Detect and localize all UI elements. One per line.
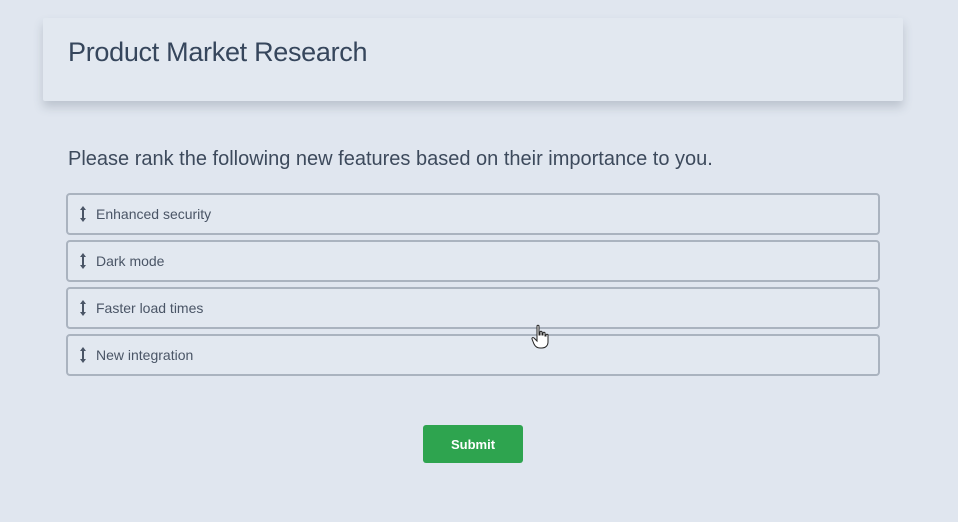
header-card: Product Market Research bbox=[43, 18, 903, 101]
rank-item-new-integration[interactable]: New integration bbox=[66, 334, 880, 376]
rank-item-dark-mode[interactable]: Dark mode bbox=[66, 240, 880, 282]
hand-pointer-cursor-icon bbox=[531, 324, 549, 349]
submit-button[interactable]: Submit bbox=[423, 425, 523, 463]
rank-item-label: New integration bbox=[96, 347, 194, 363]
page-title: Product Market Research bbox=[68, 37, 368, 67]
drag-handle-icon bbox=[77, 345, 89, 365]
rank-item-label: Enhanced security bbox=[96, 206, 212, 222]
survey-page: Product Market Research Please rank the … bbox=[0, 0, 958, 522]
drag-handle-icon bbox=[77, 204, 89, 224]
question-text: Please rank the following new features b… bbox=[68, 148, 713, 170]
rank-item-label: Dark mode bbox=[96, 253, 165, 269]
drag-handle-icon bbox=[77, 251, 89, 271]
rank-item-enhanced-security[interactable]: Enhanced security bbox=[66, 193, 880, 235]
rank-item-label: Faster load times bbox=[96, 300, 204, 316]
drag-handle-icon bbox=[77, 298, 89, 318]
rank-list: Enhanced security Dark mode Faster load … bbox=[66, 193, 880, 381]
rank-item-faster-load-times[interactable]: Faster load times bbox=[66, 287, 880, 329]
